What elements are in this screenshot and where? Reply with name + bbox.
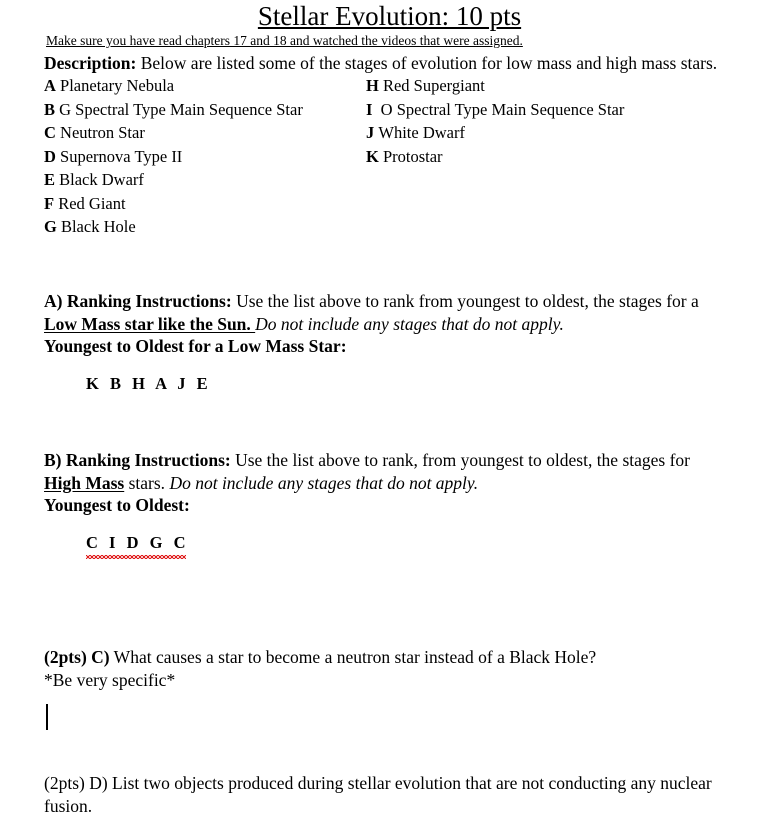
list-item: I O Spectral Type Main Sequence Star xyxy=(366,98,624,122)
list-item: A Planetary Nebula xyxy=(44,74,303,98)
stage-name: Black Hole xyxy=(60,217,136,236)
list-item: F Red Giant xyxy=(44,192,303,216)
question-d-line1: (2pts) D) List two objects produced duri… xyxy=(44,773,712,793)
stage-letter: B xyxy=(44,99,56,119)
question-b: B) Ranking Instructions: Use the list ab… xyxy=(44,449,768,517)
question-b-answer[interactable]: C I D G C xyxy=(86,533,190,559)
reading-reminder-text: Make sure you have read chapters 17 and … xyxy=(46,33,523,48)
stage-letter: G xyxy=(44,217,57,236)
stage-letter: J xyxy=(366,123,375,142)
question-a-answer[interactable]: K B H A J E xyxy=(86,374,211,394)
question-a-label: A) Ranking Instructions: xyxy=(44,291,232,311)
stage-name: Neutron Star xyxy=(60,123,145,142)
stage-name: Black Dwarf xyxy=(59,170,144,189)
document-page: Stellar Evolution: 10 pts Make sure you … xyxy=(0,0,779,834)
question-c-line1: (2pts) C) What causes a star to become a… xyxy=(44,646,768,669)
question-a-prompt: Youngest to Oldest for a Low Mass Star: xyxy=(44,336,347,356)
stage-name: Protostar xyxy=(382,146,443,166)
question-b-emphasis: High Mass xyxy=(44,472,125,493)
spellcheck-wrapper: C I D G C xyxy=(86,533,190,559)
question-b-answer-text: C I D G C xyxy=(86,533,190,552)
list-item: J White Dwarf xyxy=(366,121,624,145)
question-a-emphasis: Low Mass star like the Sun. xyxy=(44,313,256,334)
stage-letter: I xyxy=(366,99,373,119)
stage-name: Planetary Nebula xyxy=(60,76,175,95)
list-item: C Neutron Star xyxy=(44,121,303,145)
question-b-label: B) Ranking Instructions: xyxy=(44,450,231,470)
description-text: Below are listed some of the stages of e… xyxy=(136,53,718,73)
list-item: H Red Supergiant xyxy=(366,74,624,98)
stage-letter: F xyxy=(44,193,55,213)
list-item: G Black Hole xyxy=(44,215,303,239)
question-b-line1: B) Ranking Instructions: Use the list ab… xyxy=(44,449,768,472)
question-a-line2: Low Mass star like the Sun. Do not inclu… xyxy=(44,313,768,336)
list-item: K Protostar xyxy=(366,145,624,169)
question-a-italic-note: Do not include any stages that do not ap… xyxy=(255,313,564,334)
question-b-line1-text: Use the list above to rank, from younges… xyxy=(230,450,690,470)
question-b-italic-note: Do not include any stages that do not ap… xyxy=(169,472,479,493)
question-c-label: (2pts) C) xyxy=(44,647,110,667)
reading-reminder-note: Make sure you have read chapters 17 and … xyxy=(46,33,523,49)
page-title-text: Stellar Evolution: 10 pts xyxy=(257,1,522,31)
stage-letter: A xyxy=(44,76,56,95)
question-b-line2: High Mass stars. Do not include any stag… xyxy=(44,472,768,495)
description-line: Description: Below are listed some of th… xyxy=(44,52,717,74)
stage-name: Supernova Type II xyxy=(60,146,183,166)
question-a-line1: A) Ranking Instructions: Use the list ab… xyxy=(44,290,768,313)
text-cursor-caret[interactable] xyxy=(46,704,48,730)
stage-name: White Dwarf xyxy=(378,123,465,142)
stage-letter: D xyxy=(44,146,56,166)
list-item: D Supernova Type II xyxy=(44,145,303,169)
question-a-line1-text: Use the list above to rank from youngest… xyxy=(231,291,699,311)
list-item: B G Spectral Type Main Sequence Star xyxy=(44,98,303,122)
spellcheck-squiggle-icon xyxy=(86,555,187,559)
question-b-prompt: Youngest to Oldest: xyxy=(44,495,190,515)
stage-name: Red Giant xyxy=(58,193,126,213)
question-b-after-emphasis: stars. xyxy=(124,472,170,493)
stage-list-left: A Planetary Nebula B G Spectral Type Mai… xyxy=(44,74,303,239)
stage-letter: K xyxy=(366,146,379,166)
question-c: (2pts) C) What causes a star to become a… xyxy=(44,646,768,691)
stage-name: Red Supergiant xyxy=(382,76,485,95)
list-item: E Black Dwarf xyxy=(44,168,303,192)
question-d-line2: fusion. xyxy=(44,795,93,816)
stage-name: O Spectral Type Main Sequence Star xyxy=(380,99,625,119)
question-c-text: What causes a star to become a neutron s… xyxy=(109,647,597,667)
stage-name: G Spectral Type Main Sequence Star xyxy=(59,99,303,119)
stage-list-right: H Red Supergiant I O Spectral Type Main … xyxy=(366,74,624,168)
stage-letter: E xyxy=(44,170,56,189)
stage-letter: H xyxy=(366,76,379,95)
question-c-note: *Be very specific* xyxy=(44,669,176,690)
question-d: (2pts) D) List two objects produced duri… xyxy=(44,772,768,817)
stage-letter: C xyxy=(44,123,56,142)
question-a: A) Ranking Instructions: Use the list ab… xyxy=(44,290,768,358)
description-label: Description: xyxy=(44,53,137,73)
page-title: Stellar Evolution: 10 pts xyxy=(0,0,779,32)
